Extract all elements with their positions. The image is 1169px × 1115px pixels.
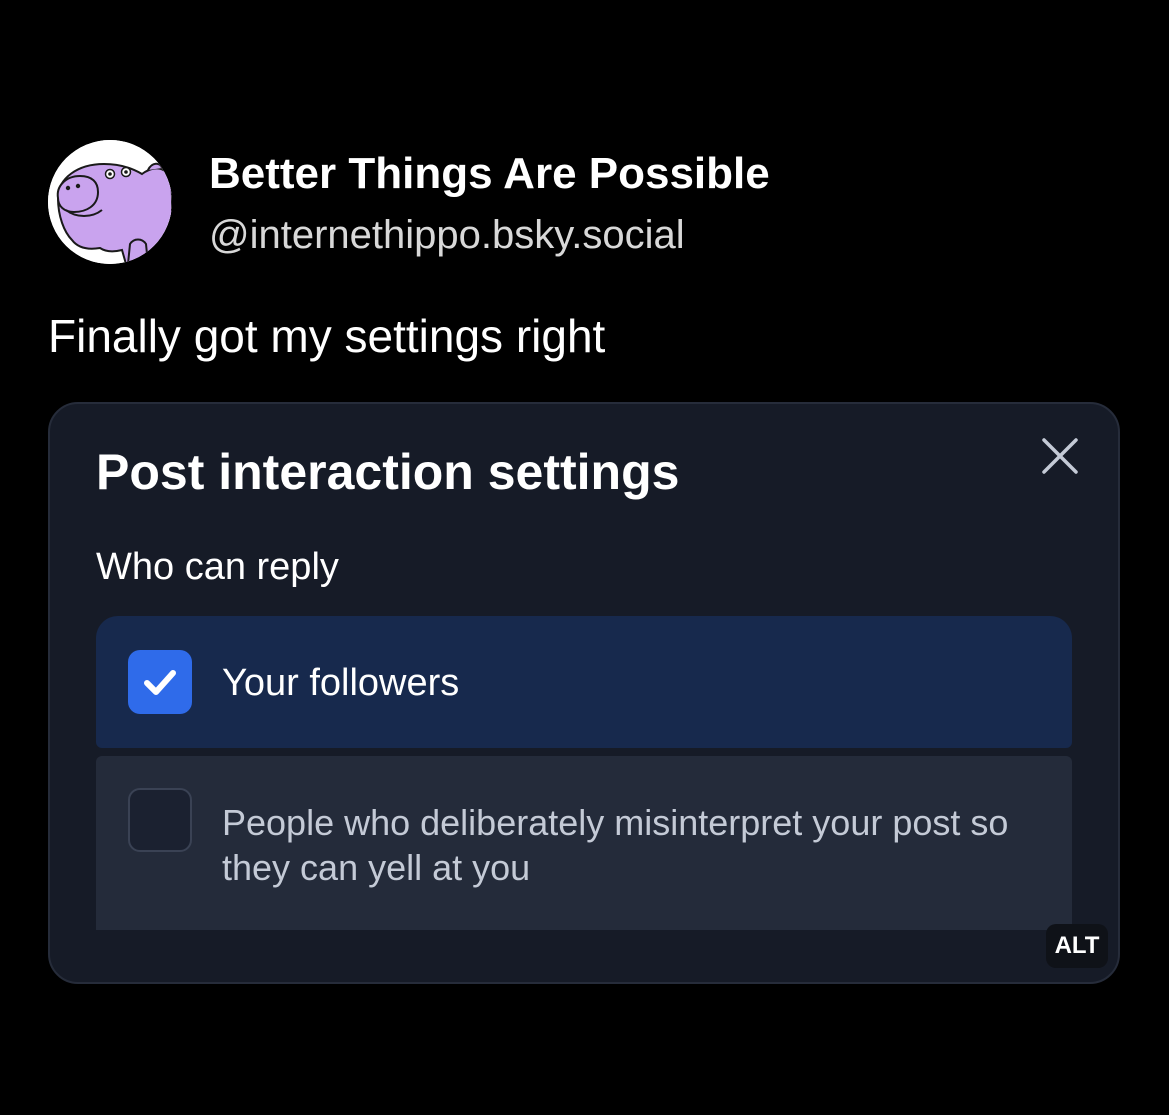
- followers-checkbox[interactable]: [128, 650, 192, 714]
- who-can-reply-label: Who can reply: [96, 546, 339, 588]
- alt-text-badge[interactable]: ALT: [1046, 924, 1108, 968]
- post-text: Finally got my settings right: [48, 310, 606, 362]
- avatar[interactable]: [48, 140, 172, 264]
- post-image-settings-card[interactable]: Post interaction settings Who can reply …: [48, 402, 1120, 984]
- reply-option-followers[interactable]: Your followers: [96, 616, 1072, 748]
- checkmark-icon: [144, 670, 176, 695]
- misinterpreters-checkbox[interactable]: [128, 788, 192, 852]
- author-handle[interactable]: @internethippo.bsky.social: [209, 211, 685, 259]
- close-button[interactable]: [1034, 430, 1086, 482]
- hippo-avatar-icon: [48, 140, 172, 264]
- close-icon: [1042, 438, 1078, 474]
- misinterpreters-option-label: People who deliberately misinterpret you…: [222, 802, 1009, 888]
- reply-option-misinterpreters[interactable]: People who deliberately misinterpret you…: [96, 756, 1072, 930]
- author-display-name[interactable]: Better Things Are Possible: [209, 148, 770, 200]
- followers-option-label: Your followers: [222, 662, 460, 704]
- dialog-title: Post interaction settings: [96, 444, 680, 500]
